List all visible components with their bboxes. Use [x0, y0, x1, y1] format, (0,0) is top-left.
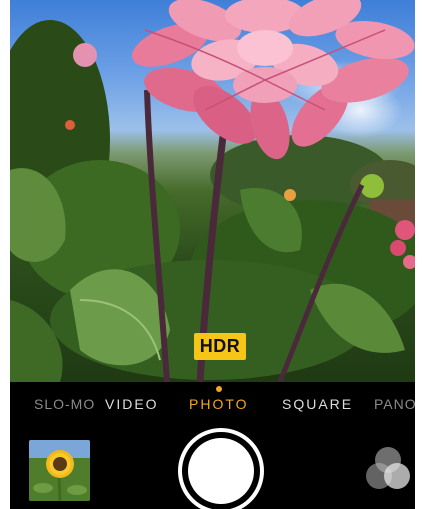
- camera-mode-selector[interactable]: SLO-MO VIDEO PHOTO SQUARE PANO: [10, 396, 415, 420]
- mode-pano[interactable]: PANO: [374, 396, 415, 412]
- last-photo-thumbnail[interactable]: [29, 440, 90, 501]
- viewfinder[interactable]: HDR: [10, 0, 415, 382]
- shutter-button[interactable]: [178, 428, 264, 509]
- viewfinder-scene: [10, 0, 415, 382]
- sunflower-thumbnail-icon: [29, 440, 90, 501]
- camera-screen: HDR SLO-MO VIDEO PHOTO SQUARE PANO: [10, 0, 415, 509]
- mode-slo-mo[interactable]: SLO-MO: [34, 396, 95, 412]
- mode-square[interactable]: SQUARE: [282, 396, 353, 412]
- filters-button[interactable]: [362, 444, 414, 496]
- active-mode-indicator: [216, 386, 222, 392]
- mode-video[interactable]: VIDEO: [105, 396, 159, 412]
- filters-icon: [366, 447, 410, 489]
- shutter-button-icon: [188, 438, 254, 504]
- hdr-badge[interactable]: HDR: [194, 333, 246, 360]
- mode-photo[interactable]: PHOTO: [189, 396, 249, 412]
